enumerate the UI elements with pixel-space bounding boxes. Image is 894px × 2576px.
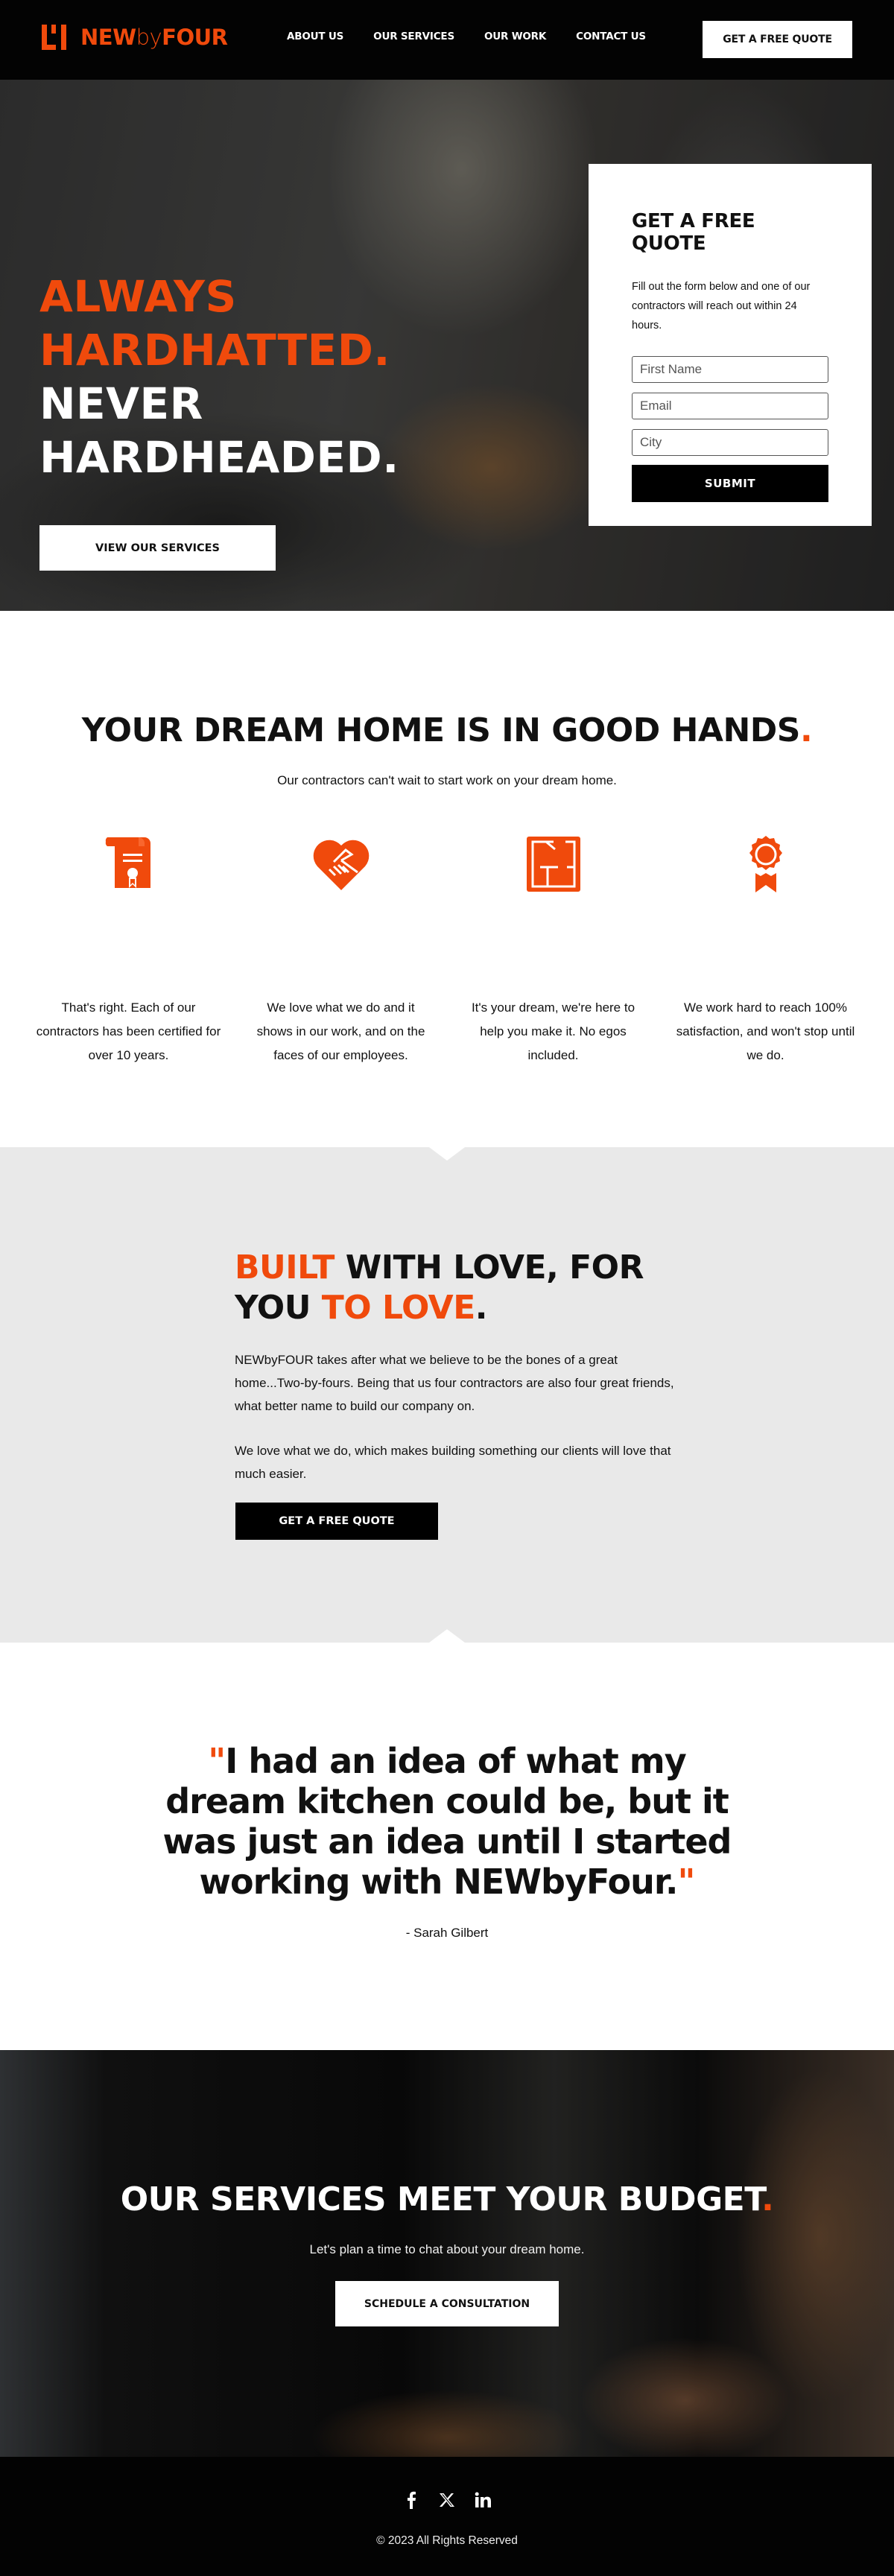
feature-item: We love what we do and it shows in our w… [235,834,447,1067]
logo-wordmark: NEWbyFOUR [80,25,228,50]
x-twitter-icon[interactable] [439,2490,455,2510]
hero-headline: ALWAYS HARDHATTED. NEVER HARDHEADED. [39,270,399,484]
cta-subtitle: Let's plan a time to chat about your dre… [309,2242,585,2256]
hero-line-never: NEVER [39,378,203,429]
logo[interactable]: NEWbyFOUR [42,25,228,50]
features-list: That's right. Each of our contractors ha… [22,834,872,1067]
built-title: BUILT WITH LOVE, FOR YOU TO LOVE. [235,1249,644,1327]
built-with-love-section: BUILT WITH LOVE, FOR YOU TO LOVE. NEWbyF… [0,1147,894,1643]
certificate-icon [22,834,235,894]
testimonial-author: - Sarah Gilbert [405,1926,489,1940]
cta-title: OUR SERVICES MEET YOUR BUDGET. [120,2180,774,2218]
quote-form-description: Fill out the form below and one of our c… [632,281,811,331]
built-paragraph: We love what we do, which makes building… [235,1444,671,1481]
logo-mark-icon [42,25,73,50]
quote-form-title: GET A FREE QUOTE [632,210,755,255]
award-ribbon-icon [659,834,872,894]
feature-item: That's right. Each of our contractors ha… [22,834,235,1067]
site-footer: © 2023 All Rights Reserved [0,2457,894,2576]
consultation-cta-section: OUR SERVICES MEET YOUR BUDGET. Let's pla… [0,2050,894,2457]
copyright-text: © 2023 All Rights Reserved [376,2534,518,2547]
hero-line-hardhatted: HARDHATTED. [39,325,390,375]
nav-about-us[interactable]: ABOUT US [287,31,343,42]
email-input[interactable] [632,393,828,419]
header-free-quote-button[interactable]: GET A FREE QUOTE [703,21,852,58]
good-hands-title: YOUR DREAM HOME IS IN GOOD HANDS. [81,711,813,749]
feature-text: That's right. Each of our contractors ha… [36,1000,221,1062]
linkedin-icon[interactable] [475,2490,491,2510]
built-body: NEWbyFOUR takes after what we believe to… [235,1348,674,1485]
testimonial-quote: "I had an idea of what my dream kitchen … [162,1741,732,1902]
site-header: NEWbyFOUR ABOUT US OUR SERVICES OUR WORK… [0,0,894,80]
quote-form-card: GET A FREE QUOTE Fill out the form below… [589,164,872,526]
nav-our-services[interactable]: OUR SERVICES [373,31,454,42]
schedule-consultation-button[interactable]: SCHEDULE A CONSULTATION [335,2281,559,2326]
built-free-quote-button[interactable]: GET A FREE QUOTE [235,1503,438,1540]
feature-item: We work hard to reach 100% satisfaction,… [659,834,872,1067]
submit-button[interactable]: SUBMIT [632,465,828,502]
hero-line-hardheaded: HARDHEADED. [39,432,399,483]
feature-text: We work hard to reach 100% satisfaction,… [676,1000,855,1062]
first-name-input[interactable] [632,356,828,383]
section-notch-bottom [429,1629,465,1643]
main-nav: ABOUT US OUR SERVICES OUR WORK CONTACT U… [287,31,646,42]
hero-section: ALWAYS HARDHATTED. NEVER HARDHEADED. VIE… [0,80,894,611]
hero-line-always: ALWAYS [39,271,237,322]
facebook-icon[interactable] [403,2490,419,2510]
good-hands-subtitle: Our contractors can't wait to start work… [277,773,617,787]
feature-text: It's your dream, we're here to help you … [471,1000,635,1062]
good-hands-section: YOUR DREAM HOME IS IN GOOD HANDS. Our co… [0,611,894,1147]
social-links [0,2490,894,2510]
floor-plan-icon [447,834,659,894]
feature-text: We love what we do and it shows in our w… [256,1000,425,1062]
nav-our-work[interactable]: OUR WORK [484,31,546,42]
city-input[interactable] [632,429,828,456]
feature-item: It's your dream, we're here to help you … [447,834,659,1067]
section-notch-top [429,1147,465,1161]
built-paragraph: NEWbyFOUR takes after what we believe to… [235,1353,674,1413]
testimonial-section: "I had an idea of what my dream kitchen … [0,1643,894,2050]
heart-handshake-icon [235,834,447,894]
nav-contact-us[interactable]: CONTACT US [576,31,646,42]
view-services-button[interactable]: VIEW OUR SERVICES [39,525,276,571]
